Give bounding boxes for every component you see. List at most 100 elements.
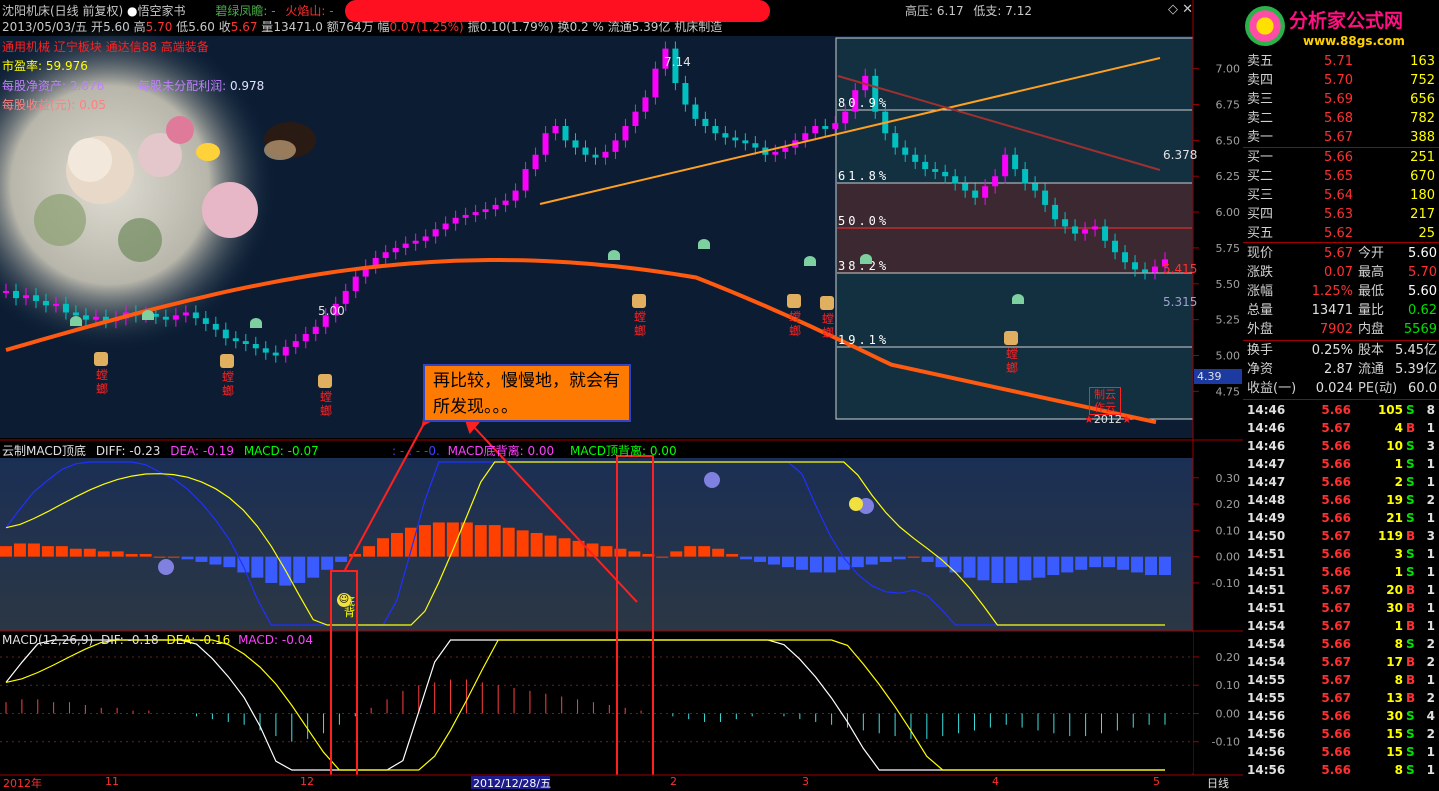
leaf-signal-icon (70, 316, 82, 326)
macd-bar (1089, 556, 1102, 568)
candle (462, 214, 469, 218)
pressure-label: 高压: (905, 4, 934, 18)
tick-side: B (1406, 601, 1416, 615)
candle (902, 147, 909, 155)
dea-label: DEA: (170, 444, 200, 458)
nav-label: 每股净资产: (2, 79, 67, 93)
bid-vol: 251 (1410, 150, 1435, 165)
y-tick-label: 0.00 (1216, 707, 1241, 720)
candle (22, 295, 29, 299)
divider (1243, 399, 1439, 400)
tick-count: 1 (1426, 583, 1435, 597)
close-icon[interactable]: ✕ (1182, 2, 1193, 17)
flower-logo-icon (1245, 6, 1285, 46)
dea3-label: DEA: (166, 633, 196, 647)
low-value: 5.60 (188, 20, 215, 34)
tick-row: 14:48 5.66 19 S 2 (1243, 491, 1439, 509)
candle (412, 240, 419, 244)
logo-url: www.88gs.com (1303, 34, 1405, 48)
macd-bar (907, 556, 920, 558)
tick-price: 5.66 (1321, 457, 1351, 471)
macd-bar (558, 538, 571, 557)
diamond-icon[interactable]: ◇ (1168, 2, 1178, 17)
tick-time: 14:54 (1247, 637, 1286, 651)
tick-vol: 8 (1394, 673, 1403, 687)
macd-bar (516, 530, 529, 557)
candle (292, 341, 299, 347)
macd-bar (1159, 556, 1171, 576)
candle (162, 316, 169, 320)
bid-label: 买二 (1247, 169, 1274, 184)
candle (632, 111, 639, 127)
logo-title: 分析家公式网 (1289, 10, 1404, 32)
header-tail: 换0.2 % 流通5.39亿 机床制造 (557, 20, 723, 34)
candle (742, 140, 749, 144)
tick-count: 2 (1426, 637, 1435, 651)
tick-price: 5.66 (1321, 403, 1351, 417)
candle (222, 329, 229, 339)
candle (32, 295, 39, 301)
ask-row: 卖四 5.70 752 (1243, 71, 1439, 90)
candle (1142, 269, 1149, 273)
bottom-div-value: 0.00 (527, 444, 555, 458)
panel3-name: MACD(12,26,9) (2, 633, 94, 647)
high-label: 高 (133, 20, 146, 34)
amount-value: 764万 (338, 20, 374, 34)
amp-value: 0.10(1.79%) (479, 20, 554, 34)
macd-bar (1033, 556, 1046, 578)
divider (1243, 242, 1439, 243)
tick-price: 5.66 (1321, 763, 1351, 777)
stock-title: 沈阳机床(日线 前复权) ●悟空家书 碧绿凤瞻: - 火焰山: - (2, 2, 334, 19)
mantis-icon (787, 294, 801, 308)
macd-bar (167, 556, 180, 558)
macd-bar (97, 551, 110, 557)
smiley-icon: ☺ (337, 593, 351, 607)
tick-side: S (1406, 403, 1415, 417)
candle (242, 341, 249, 344)
candle (1062, 219, 1069, 227)
ask-row: 卖五 5.71 163 (1243, 52, 1439, 71)
dif-value: -0.18 (127, 633, 159, 647)
tick-row: 14:51 5.67 30 B 1 (1243, 599, 1439, 617)
leaf-signal-icon (860, 254, 872, 264)
macd-bar (195, 556, 208, 562)
macd-bar (795, 556, 808, 570)
candle (702, 118, 709, 127)
stat-value: 5.67 (1324, 246, 1353, 261)
macd-bar (698, 546, 711, 557)
tick-side: S (1406, 457, 1415, 471)
bid-row: 买五 5.62 25 (1243, 224, 1439, 243)
xaxis-label: 3 (802, 775, 809, 788)
panel3-header: MACD(12,26,9) DIF: -0.18 DEA: -0.16 MACD… (2, 633, 313, 647)
macd-bar (377, 538, 390, 557)
tick-row: 14:54 5.67 17 B 2 (1243, 653, 1439, 671)
candle (912, 154, 919, 162)
ask-price: 5.70 (1324, 73, 1353, 88)
macd-bar (432, 522, 445, 557)
y-tick-label: 5.75 (1216, 242, 1241, 255)
smiley-icon (849, 497, 863, 511)
macd-bar (209, 556, 222, 565)
tick-vol: 15 (1386, 745, 1403, 759)
tick-time: 14:47 (1247, 475, 1286, 489)
tick-price: 5.66 (1321, 511, 1351, 525)
stat-value: 0.25% (1311, 343, 1353, 358)
leaf-signal-icon (1012, 294, 1024, 304)
stat-label: 收益(一) (1247, 381, 1297, 396)
tick-time: 14:46 (1247, 421, 1286, 435)
pe-line: 市盈率: 59.976 (2, 57, 88, 74)
y-tick-label: 0.20 (1216, 651, 1241, 664)
tick-count: 2 (1426, 493, 1435, 507)
tick-vol: 19 (1386, 493, 1403, 507)
macd-bar (670, 551, 683, 557)
ask-row: 卖一 5.67 388 (1243, 128, 1439, 147)
candle (12, 290, 19, 299)
tick-time: 14:56 (1247, 763, 1286, 777)
candle (842, 111, 849, 124)
macd-bar (321, 556, 334, 570)
tick-price: 5.66 (1321, 709, 1351, 723)
tick-side: S (1406, 745, 1415, 759)
macd-bar (223, 556, 236, 568)
bid-row: 买三 5.64 180 (1243, 186, 1439, 205)
stat-row: 净资 2.87 流通 5.39亿 (1243, 360, 1439, 379)
